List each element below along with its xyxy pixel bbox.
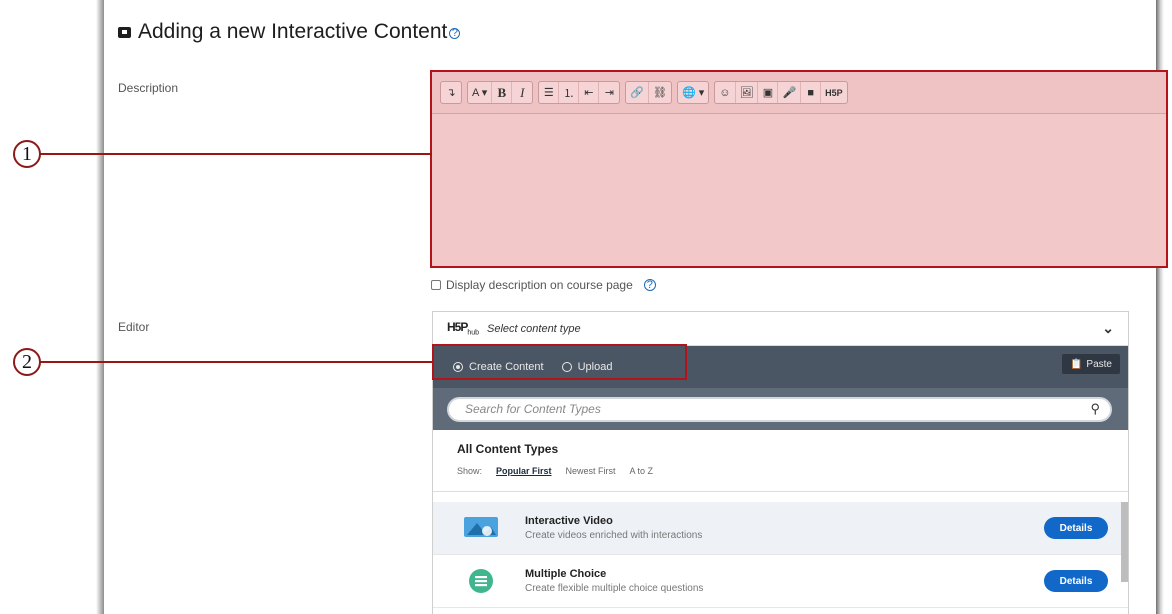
details-button[interactable]: Details	[1044, 517, 1108, 539]
link-button[interactable]: 🔗	[626, 82, 650, 103]
indent-button[interactable]: ⇥	[599, 82, 619, 103]
all-content-types-title: All Content Types	[457, 442, 559, 456]
paste-button[interactable]: 📋 Paste	[1061, 354, 1120, 374]
list-scrollbar[interactable]	[1121, 502, 1128, 582]
numbered-list-button[interactable]: ⒈	[559, 82, 580, 103]
show-label: Show:	[457, 466, 483, 476]
sort-newest-first[interactable]: Newest First	[566, 466, 616, 476]
record-video-button[interactable]: ■	[801, 82, 822, 103]
language-button[interactable]: 🌐 ▾	[678, 82, 708, 103]
page: Adding a new Interactive Content ? Descr…	[104, 0, 1168, 614]
media-button[interactable]: ▣	[758, 82, 779, 103]
bullet-list-button[interactable]: ☰	[539, 82, 560, 103]
h5p-button[interactable]: H5P	[821, 82, 847, 103]
sort-options: Show: Popular First Newest First A to Z	[457, 466, 1128, 476]
bold-button[interactable]: B	[492, 82, 513, 103]
tab-label: Create Content	[469, 361, 544, 373]
h5p-hub: H5Phub Select content type ⌄ Create Cont…	[432, 311, 1129, 614]
toolbar-group-lists: ☰ ⒈ ⇤ ⇥	[538, 81, 621, 104]
toolbar-group-format: A ▾ B I	[467, 81, 534, 104]
sort-popular-first[interactable]: Popular First	[496, 466, 552, 476]
list-item[interactable]: Multiple Choice Create flexible multiple…	[433, 555, 1128, 608]
content-types-header: All Content Types Show: Popular First Ne…	[433, 430, 1128, 492]
page-title: Adding a new Interactive Content ?	[118, 20, 461, 44]
toolbar-group-links: 🔗 ⛓	[625, 81, 672, 104]
hub-header[interactable]: H5Phub Select content type ⌄	[433, 312, 1128, 346]
toolbar-group-media: ☺ 🖼 ▣ 🎤 ■ H5P	[714, 81, 848, 104]
description-label: Description	[118, 81, 179, 95]
callout-line-1	[40, 153, 432, 155]
italic-button[interactable]: I	[512, 82, 532, 103]
callout-1: 1	[13, 140, 41, 168]
search-box: ⚲	[447, 396, 1112, 422]
unlink-button[interactable]: ⛓	[649, 82, 671, 103]
tab-upload[interactable]: Upload	[561, 361, 613, 373]
emoji-button[interactable]: ☺	[715, 82, 736, 103]
callout-2: 2	[13, 348, 41, 376]
search-bar: ⚲	[433, 388, 1128, 430]
record-audio-button[interactable]: 🎤	[778, 82, 802, 103]
toolbar-group-expand: ↴	[440, 81, 462, 104]
list-item[interactable]: Interactive Video Create videos enriched…	[433, 502, 1128, 555]
expand-toolbar-button[interactable]: ↴	[441, 82, 461, 103]
editor-toolbar: ↴ A ▾ B I ☰ ⒈ ⇤ ⇥ 🔗 ⛓ 🌐 ▾ ☺ 🖼 ▣ 🎤 ■ H5P	[432, 72, 1166, 114]
tab-label: Upload	[577, 361, 613, 373]
details-button[interactable]: Details	[1044, 570, 1108, 592]
search-icon[interactable]: ⚲	[1090, 401, 1100, 417]
page-title-text: Adding a new Interactive Content	[138, 20, 448, 43]
content-type-list: Interactive Video Create videos enriched…	[433, 502, 1128, 608]
hub-title: Select content type	[487, 322, 581, 335]
chevron-down-icon[interactable]: ⌄	[1102, 320, 1114, 337]
display-description-checkbox[interactable]	[431, 280, 441, 290]
h5p-hub-logo: H5Phub	[447, 320, 480, 337]
radio-icon	[561, 362, 572, 372]
tab-create-content[interactable]: Create Content	[453, 361, 544, 373]
callout-line-2	[40, 361, 432, 363]
editor-label: Editor	[118, 320, 150, 334]
content-type-title: Interactive Video	[525, 515, 613, 527]
radio-selected-icon	[453, 362, 463, 372]
outdent-button[interactable]: ⇤	[579, 82, 600, 103]
image-button[interactable]: 🖼	[736, 82, 759, 103]
content-type-desc: Create videos enriched with interactions	[525, 530, 703, 541]
content-type-title: Multiple Choice	[525, 568, 607, 580]
interactive-video-icon	[463, 515, 499, 541]
display-description-row: Display description on course page ?	[431, 278, 656, 292]
paste-label: Paste	[1086, 358, 1112, 370]
search-input[interactable]	[465, 402, 1091, 416]
content-type-desc: Create flexible multiple choice question…	[525, 583, 704, 594]
toolbar-group-language: 🌐 ▾	[676, 81, 710, 104]
hub-tabs: Create Content Upload 📋 Paste	[433, 346, 1128, 388]
multiple-choice-icon	[463, 568, 499, 594]
help-icon[interactable]: ?	[449, 27, 461, 39]
help-icon[interactable]: ?	[643, 279, 656, 291]
sort-a-to-z[interactable]: A to Z	[630, 466, 654, 476]
description-editor[interactable]: ↴ A ▾ B I ☰ ⒈ ⇤ ⇥ 🔗 ⛓ 🌐 ▾ ☺ 🖼 ▣ 🎤 ■ H5P	[430, 70, 1168, 268]
clipboard-icon: 📋	[1069, 358, 1083, 370]
display-description-label: Display description on course page	[446, 278, 633, 292]
page-shadow-left	[96, 0, 104, 614]
font-style-button[interactable]: A ▾	[468, 82, 493, 103]
module-icon	[118, 26, 131, 38]
